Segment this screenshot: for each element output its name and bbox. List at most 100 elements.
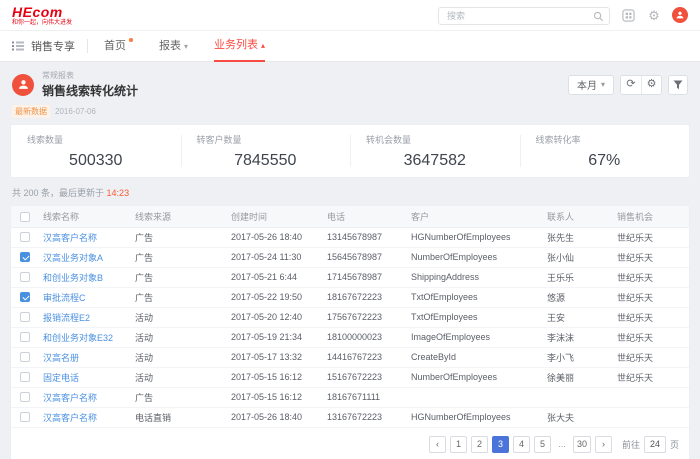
table-row[interactable]: 汉高名册 活动 2017-05-17 13:32 14416767223 Cre…	[11, 347, 689, 367]
lead-name-link[interactable]: 汉高客户名称	[43, 233, 97, 243]
lead-opportunity: 世纪乐天	[611, 247, 689, 267]
stat-leads: 线索数量 500330	[11, 125, 181, 177]
lead-customer: TxtOfEmployees	[405, 287, 541, 307]
lead-opportunity: 世纪乐天	[611, 327, 689, 347]
refresh-button[interactable]: ⟳	[621, 76, 641, 94]
filter-button[interactable]	[668, 75, 688, 95]
lead-opportunity: 世纪乐天	[611, 307, 689, 327]
leads-table: 线索名称 线索来源 创建时间 电话 客户 联系人 销售机会 汉高客户名称 广告 …	[11, 206, 689, 428]
lead-name-link[interactable]: 和创业务对象B	[43, 273, 103, 283]
apps-icon[interactable]	[620, 7, 636, 23]
table-row[interactable]: 固定电话 活动 2017-05-15 16:12 15167672223 Num…	[11, 367, 689, 387]
lead-name-link[interactable]: 报销流程E2	[43, 313, 90, 323]
lead-opportunity: 世纪乐天	[611, 227, 689, 247]
chevron-up-icon: ▴	[261, 30, 265, 61]
page-button-5[interactable]: 5	[534, 436, 551, 453]
lead-name-link[interactable]: 汉高客户名称	[43, 413, 97, 423]
goto-unit: 页	[670, 438, 679, 451]
lead-source: 活动	[129, 307, 225, 327]
lead-source: 广告	[129, 387, 225, 407]
lead-created: 2017-05-22 19:50	[225, 287, 321, 307]
chevron-down-icon: ▾	[184, 31, 188, 62]
row-checkbox[interactable]	[20, 232, 30, 242]
table-row[interactable]: 汉高客户名称 广告 2017-05-26 18:40 13145678987 H…	[11, 227, 689, 247]
lead-contact: 李小飞	[541, 347, 611, 367]
lead-source: 广告	[129, 227, 225, 247]
prev-page-button[interactable]: ‹	[429, 436, 446, 453]
lead-created: 2017-05-26 18:40	[225, 407, 321, 427]
page-button-last[interactable]: 30	[573, 436, 591, 453]
nav-item-business-list[interactable]: 业务列表 ▴	[214, 31, 265, 62]
lead-contact: 王安	[541, 307, 611, 327]
lead-customer: HGNumberOfEmployees	[405, 227, 541, 247]
lead-contact: 张先生	[541, 227, 611, 247]
table-row[interactable]: 审批流程C 广告 2017-05-22 19:50 18167672223 Tx…	[11, 287, 689, 307]
col-header-created: 创建时间	[225, 206, 321, 227]
row-checkbox[interactable]	[20, 292, 30, 302]
table-row[interactable]: 汉高客户名称 电话直销 2017-05-26 18:40 13167672223…	[11, 407, 689, 427]
table-row[interactable]: 汉高客户名称 广告 2017-05-15 16:12 18167671111	[11, 387, 689, 407]
lead-phone: 18100000023	[321, 327, 405, 347]
lead-source: 活动	[129, 367, 225, 387]
goto-page-input[interactable]	[644, 436, 666, 453]
latest-data-row: 最新数据 2016-07-06	[12, 105, 688, 118]
lead-phone: 13145678987	[321, 227, 405, 247]
lead-name-link[interactable]: 审批流程C	[43, 293, 86, 303]
stats-card: 线索数量 500330 转客户数量 7845550 转机会数量 3647582 …	[10, 124, 690, 178]
table-row[interactable]: 和创业务对象E32 活动 2017-05-19 21:34 1810000002…	[11, 327, 689, 347]
report-avatar-icon	[12, 74, 34, 96]
row-checkbox[interactable]	[20, 252, 30, 262]
logo-slogan: 和你一起，向伟大进发	[12, 20, 72, 26]
period-dropdown[interactable]: 本月 ▾	[568, 75, 614, 95]
row-checkbox[interactable]	[20, 392, 30, 402]
next-page-button[interactable]: ›	[595, 436, 612, 453]
search-input[interactable]	[438, 7, 610, 25]
lead-created: 2017-05-26 18:40	[225, 227, 321, 247]
lead-source: 电话直销	[129, 407, 225, 427]
row-checkbox[interactable]	[20, 312, 30, 322]
main-nav: 销售专享 首页 报表 ▾ 业务列表 ▴	[0, 31, 700, 62]
page-title: 销售线索转化统计	[42, 82, 138, 99]
nav-item-reports[interactable]: 报表 ▾	[159, 31, 188, 62]
gear-icon[interactable]: ⚙	[646, 7, 662, 23]
lead-name-link[interactable]: 和创业务对象E32	[43, 333, 113, 343]
stat-conversion-rate: 线索转化率 67%	[520, 125, 690, 177]
product-switcher[interactable]: 销售专享	[31, 38, 75, 54]
logo[interactable]: HEcom 和你一起，向伟大进发	[12, 5, 72, 26]
col-header-name: 线索名称	[37, 206, 129, 227]
lead-name-link[interactable]: 汉高客户名称	[43, 393, 97, 403]
lead-created: 2017-05-20 12:40	[225, 307, 321, 327]
lead-name-link[interactable]: 汉高业务对象A	[43, 253, 103, 263]
row-checkbox[interactable]	[20, 372, 30, 382]
lead-source: 活动	[129, 347, 225, 367]
lead-name-link[interactable]: 汉高名册	[43, 353, 79, 363]
search-icon[interactable]	[593, 9, 604, 27]
lead-phone: 17567672223	[321, 307, 405, 327]
lead-source: 广告	[129, 287, 225, 307]
select-all-checkbox[interactable]	[20, 212, 30, 222]
lead-phone: 15645678987	[321, 247, 405, 267]
row-checkbox[interactable]	[20, 332, 30, 342]
lead-customer: ShippingAddress	[405, 267, 541, 287]
notification-dot	[129, 38, 133, 42]
lead-name-link[interactable]: 固定电话	[43, 373, 79, 383]
table-row[interactable]: 汉高业务对象A 广告 2017-05-24 11:30 15645678987 …	[11, 247, 689, 267]
nav-divider	[87, 39, 88, 53]
menu-grid-icon[interactable]	[12, 40, 24, 52]
row-checkbox[interactable]	[20, 352, 30, 362]
lead-created: 2017-05-15 16:12	[225, 387, 321, 407]
settings-button[interactable]: ⚙	[641, 76, 661, 94]
report-category: 常规报表	[42, 70, 138, 81]
lead-created: 2017-05-19 21:34	[225, 327, 321, 347]
page-button-4[interactable]: 4	[513, 436, 530, 453]
page-button-1[interactable]: 1	[450, 436, 467, 453]
page-button-3-active[interactable]: 3	[492, 436, 509, 453]
row-checkbox[interactable]	[20, 272, 30, 282]
lead-phone: 18167671111	[321, 387, 405, 407]
nav-item-home[interactable]: 首页	[104, 31, 133, 62]
user-avatar[interactable]	[672, 7, 688, 23]
row-checkbox[interactable]	[20, 412, 30, 422]
table-row[interactable]: 报销流程E2 活动 2017-05-20 12:40 17567672223 T…	[11, 307, 689, 327]
table-row[interactable]: 和创业务对象B 广告 2017-05-21 6:44 17145678987 S…	[11, 267, 689, 287]
page-button-2[interactable]: 2	[471, 436, 488, 453]
